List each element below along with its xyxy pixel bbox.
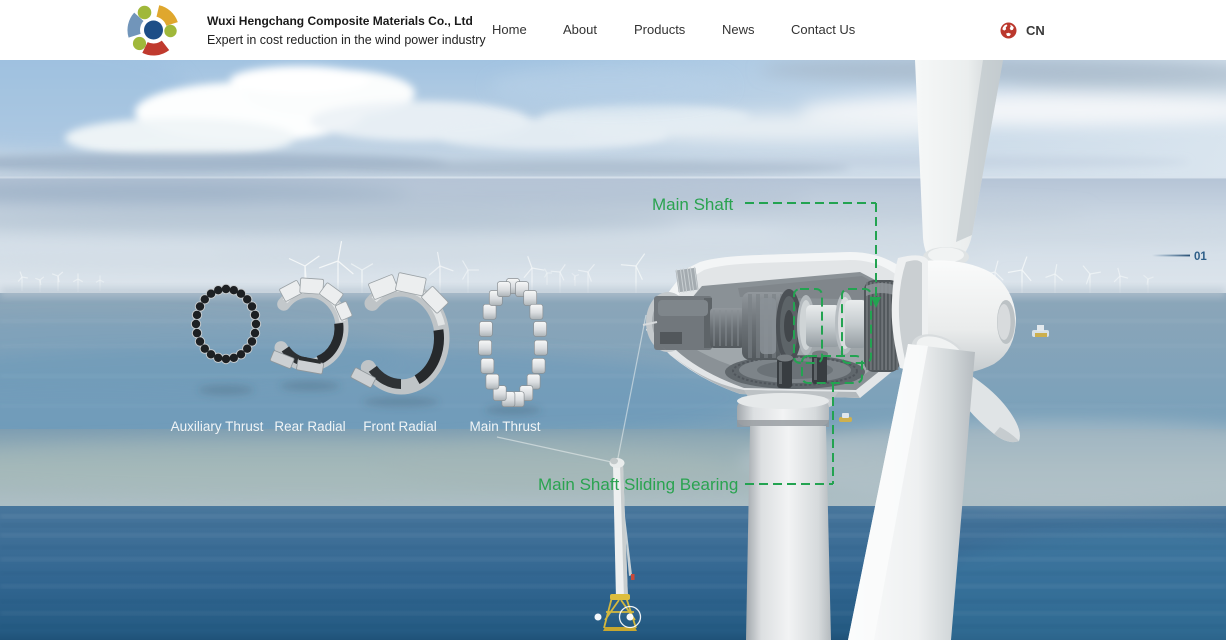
svg-text:Auxiliary Thrust: Auxiliary Thrust [171,419,264,434]
svg-text:Main Shaft Sliding Bearing: Main Shaft Sliding Bearing [538,475,738,494]
svg-text:Main Shaft: Main Shaft [652,195,734,214]
svg-text:Rear Radial: Rear Radial [274,419,345,434]
svg-text:Main Thrust: Main Thrust [469,419,540,434]
svg-text:01: 01 [1194,251,1207,263]
svg-text:Front Radial: Front Radial [363,419,437,434]
